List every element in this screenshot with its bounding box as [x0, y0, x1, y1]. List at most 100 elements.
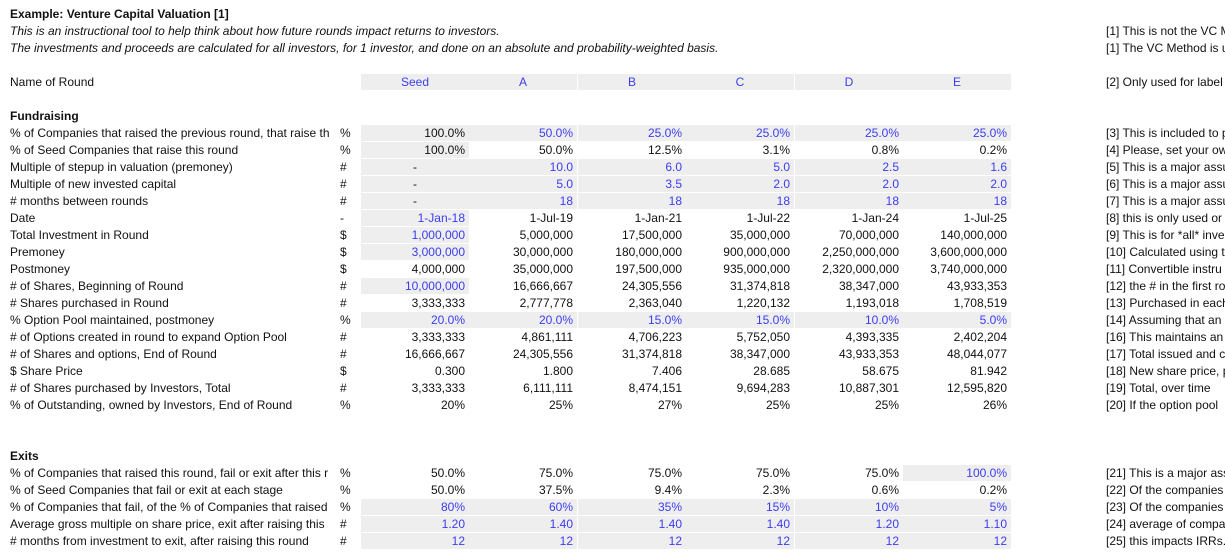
- value-cell[interactable]: 18: [903, 193, 1011, 209]
- value-cell[interactable]: 35%: [578, 499, 686, 515]
- value-cell: 24,305,556: [512, 347, 573, 361]
- round-e-header[interactable]: E: [903, 74, 1011, 90]
- fundraising-row: # months between rounds # -18 18 18 18 18 [7] T…: [0, 193, 1225, 210]
- value-cell[interactable]: 20.0%: [469, 312, 577, 328]
- round-c-header[interactable]: C: [686, 74, 794, 90]
- value-cell[interactable]: 50.0%: [469, 125, 577, 141]
- value-cell: -: [361, 193, 469, 209]
- value-cell[interactable]: 18: [795, 193, 903, 209]
- value-cell: 1,220,132: [736, 296, 790, 310]
- value-cell: 25%: [874, 398, 899, 412]
- value-cell[interactable]: 6.0: [578, 159, 686, 175]
- value-cell[interactable]: 25.0%: [686, 125, 794, 141]
- value-cell[interactable]: 1.20: [361, 516, 469, 532]
- value-cell[interactable]: 1.40: [578, 516, 686, 532]
- row-unit: #: [340, 194, 347, 208]
- value-cell[interactable]: 25.0%: [795, 125, 903, 141]
- value-cell[interactable]: 1,000,000: [361, 227, 469, 243]
- value-cell: 75.0%: [538, 466, 573, 480]
- value-cell[interactable]: 1.10: [903, 516, 1011, 532]
- row-unit: #: [340, 347, 347, 361]
- value-cell[interactable]: 1-Jan-18: [361, 210, 469, 226]
- value-cell[interactable]: 18: [469, 193, 577, 209]
- row-unit: #: [340, 517, 347, 531]
- row-note: [10] Calculated using t: [1106, 245, 1225, 259]
- value-cell[interactable]: 15.0%: [578, 312, 686, 328]
- value-cell[interactable]: 12: [686, 533, 794, 549]
- row-note: [16] This maintains an: [1106, 330, 1224, 344]
- row-unit: %: [340, 126, 351, 140]
- value-cell[interactable]: 15.0%: [686, 312, 794, 328]
- round-d-header[interactable]: D: [795, 74, 903, 90]
- value-cell[interactable]: 18: [686, 193, 794, 209]
- value-cell[interactable]: 15%: [686, 499, 794, 515]
- value-cell[interactable]: 2.0: [795, 176, 903, 192]
- row-note: [4] Please, set your ow: [1106, 143, 1225, 157]
- value-cell: 3,740,000,000: [930, 262, 1007, 276]
- row-unit: #: [340, 534, 347, 548]
- value-cell[interactable]: 25.0%: [578, 125, 686, 141]
- value-cell[interactable]: 10,000,000: [361, 278, 469, 294]
- round-b-header[interactable]: B: [578, 74, 686, 90]
- value-cell: 1-Jul-25: [963, 211, 1007, 225]
- row-note: [3] This is included to p: [1106, 126, 1225, 140]
- fundraising-row: Multiple of new invested capital # -5.0 3.5…: [0, 176, 1225, 193]
- value-cell: 25%: [765, 398, 790, 412]
- value-cell[interactable]: 80%: [361, 499, 469, 515]
- value-cell[interactable]: 12: [469, 533, 577, 549]
- value-cell[interactable]: 1.40: [469, 516, 577, 532]
- fundraising-row: % of Outstanding, owned by Investors, En…: [0, 397, 1225, 414]
- fundraising-section-title: Fundraising: [10, 109, 79, 123]
- row-label: Postmoney: [10, 262, 71, 276]
- round-a-header[interactable]: A: [469, 74, 577, 90]
- value-cell[interactable]: 10.0: [469, 159, 577, 175]
- row-label: Premoney: [10, 245, 65, 259]
- value-cell: 1,708,519: [953, 296, 1007, 310]
- value-cell[interactable]: 2.0: [903, 176, 1011, 192]
- value-cell: 10,887,301: [838, 381, 899, 395]
- value-cell[interactable]: 1.40: [686, 516, 794, 532]
- value-cell[interactable]: 60%: [469, 499, 577, 515]
- value-cell: 3,333,333: [411, 381, 465, 395]
- row-note: [21] This is a major ass: [1106, 466, 1225, 480]
- note-round: [2] Only used for label: [1106, 75, 1223, 89]
- value-cell[interactable]: 25.0%: [903, 125, 1011, 141]
- value-cell[interactable]: 1.6: [903, 159, 1011, 175]
- row-note: [25] this impacts IRRs.: [1106, 534, 1225, 548]
- round-seed-header[interactable]: Seed: [361, 74, 469, 90]
- value-cell[interactable]: 5%: [903, 499, 1011, 515]
- value-cell[interactable]: 5.0: [686, 159, 794, 175]
- fundraising-row: Date - 1-Jan-18 1-Jul-19 1-Jan-21 1-Jul-22 1-J…: [0, 210, 1225, 227]
- value-cell[interactable]: 12: [361, 533, 469, 549]
- value-cell[interactable]: 5.0: [469, 176, 577, 192]
- row-unit: %: [340, 466, 351, 480]
- value-cell: 0.8%: [871, 143, 899, 157]
- row-note: [22] Of the companies: [1106, 483, 1224, 497]
- row-note: [14] Assuming that an: [1106, 313, 1222, 327]
- value-cell[interactable]: 5.0%: [903, 312, 1011, 328]
- row-label: % of Companies that raised the previous …: [10, 126, 330, 140]
- value-cell[interactable]: 2.0: [686, 176, 794, 192]
- value-cell: 81.942: [970, 364, 1007, 378]
- value-cell: 8,474,151: [628, 381, 682, 395]
- value-cell[interactable]: 100.0%: [903, 465, 1011, 481]
- value-cell: 35,000,000: [729, 228, 790, 242]
- row-unit: %: [340, 398, 351, 412]
- row-note: [20] If the option pool: [1106, 398, 1219, 412]
- value-cell[interactable]: 20.0%: [361, 312, 469, 328]
- value-cell[interactable]: 12: [578, 533, 686, 549]
- value-cell[interactable]: 10.0%: [795, 312, 903, 328]
- value-cell[interactable]: 3,000,000: [361, 244, 469, 260]
- value-cell[interactable]: 2.5: [795, 159, 903, 175]
- row-note: [6] This is a major assu: [1106, 177, 1225, 191]
- value-cell[interactable]: 3.5: [578, 176, 686, 192]
- value-cell: 7.406: [651, 364, 682, 378]
- value-cell: 1-Jan-24: [851, 211, 899, 225]
- value-cell[interactable]: 12: [903, 533, 1011, 549]
- value-cell[interactable]: 12: [795, 533, 903, 549]
- value-cell[interactable]: 10%: [795, 499, 903, 515]
- value-cell[interactable]: 18: [578, 193, 686, 209]
- value-cell[interactable]: 1.20: [795, 516, 903, 532]
- value-cell: 16,666,667: [404, 347, 465, 361]
- row-label: % of Seed Companies that fail or exit at…: [10, 483, 283, 497]
